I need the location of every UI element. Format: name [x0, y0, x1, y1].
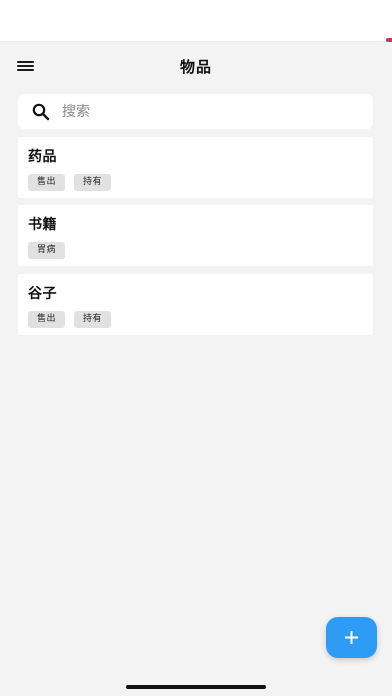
list-item[interactable]: 书籍 胃病	[18, 205, 373, 266]
add-item-button[interactable]	[326, 617, 377, 658]
plus-icon	[345, 631, 358, 644]
tag[interactable]: 持有	[74, 174, 112, 191]
tag-row: 售出 持有	[28, 174, 112, 191]
search-input[interactable]	[62, 98, 362, 125]
notification-corner-mark	[386, 38, 392, 42]
page-title: 物品	[179, 58, 212, 76]
item-title: 书籍	[28, 217, 57, 233]
tag[interactable]: 售出	[28, 174, 66, 191]
item-title: 谷子	[28, 286, 57, 302]
list-item[interactable]: 药品 售出 持有	[18, 137, 373, 198]
tag[interactable]: 胃病	[28, 242, 66, 259]
home-indicator	[126, 685, 266, 689]
tag-row: 售出 持有	[28, 311, 112, 328]
search-bar[interactable]	[18, 94, 373, 129]
nav-bar: 物品	[0, 43, 392, 89]
status-bar	[0, 0, 392, 42]
search-icon	[32, 103, 50, 121]
tag-row: 胃病	[28, 242, 66, 259]
tag[interactable]: 持有	[74, 311, 112, 328]
list-item[interactable]: 谷子 售出 持有	[18, 274, 373, 335]
item-title: 药品	[28, 149, 57, 165]
tag[interactable]: 售出	[28, 311, 66, 328]
app-screen: 物品 药品 售出 持有 书籍 胃病 谷子 售出 持有	[0, 0, 392, 696]
